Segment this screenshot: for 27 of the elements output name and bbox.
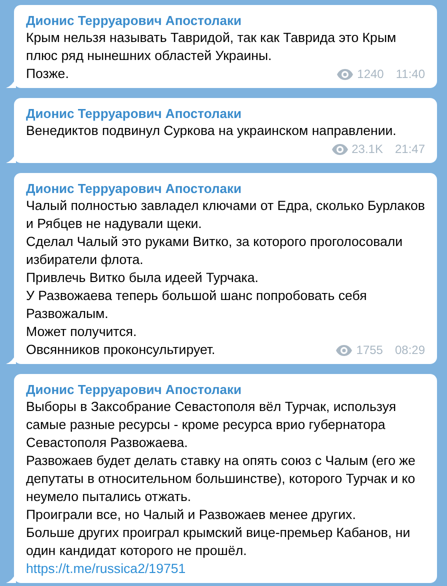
message-text: Овсянников проконсультирует. [26, 341, 216, 359]
message-text: Крым нельзя называть Тавридой, так как Таврида это Крым плюс ряд нынешних областей Украины. [26, 30, 396, 63]
message-time: 11:40 [396, 66, 425, 83]
message-text: Сделал Чалый это руками Витко, за которого проголосовали избиратели флота. [26, 234, 403, 267]
author-name[interactable]: Дионис Терруарович Апостолаки [26, 12, 242, 29]
message-text: Проиграли все, но Чалый и Развожаев менее других. [26, 507, 356, 522]
message-text: Больше других проиграл крымский вице-премьер Кабанов, ни один кандидат которого не прошёл. [26, 525, 410, 558]
author-name[interactable]: Дионис Терруарович Апостолаки [26, 105, 242, 122]
view-count: 1755 [356, 342, 383, 359]
author-name[interactable]: Дионис Терруарович Апостолаки [26, 381, 242, 398]
message-text: У Развожаева теперь большой шанс попробовать себя Развожалым. [26, 288, 367, 321]
message-text: Чалый полностью завладел ключами от Едра, сколько Бурлаков и Рябцев не надували щеки. [26, 198, 425, 231]
message-text: Венедиктов подвинул Суркова на украинском направлении. [26, 122, 396, 140]
message-text: Выборы в Заксобрание Севастополя вёл Турчак, используя самые разные ресурсы - кроме ресурса врио губернатора Севастополя Развожаева. [26, 399, 396, 450]
eye-icon [332, 144, 348, 154]
view-count: 23.1K [352, 141, 383, 158]
author-name[interactable]: Дионис Терруарович Апостолаки [26, 180, 242, 197]
message-text: Развожаев будет делать ставку на опять союз с Чалым (его же депутаты в относительном большинстве), которого Турчак и ко неумело пытались отжать. [26, 453, 416, 504]
message-text: Привлечь Витко была идеей Турчака. [26, 270, 258, 285]
eye-icon [337, 68, 354, 80]
message-link[interactable]: https://t.me/russica2/19751 [26, 561, 186, 576]
message-time: 21:47 [394, 141, 425, 158]
message-text: Может получится. [26, 324, 137, 339]
eye-icon [336, 344, 352, 356]
message-time: 08:29 [394, 342, 425, 359]
view-count: 1240 [357, 66, 384, 83]
message-text: Позже. [26, 65, 69, 83]
